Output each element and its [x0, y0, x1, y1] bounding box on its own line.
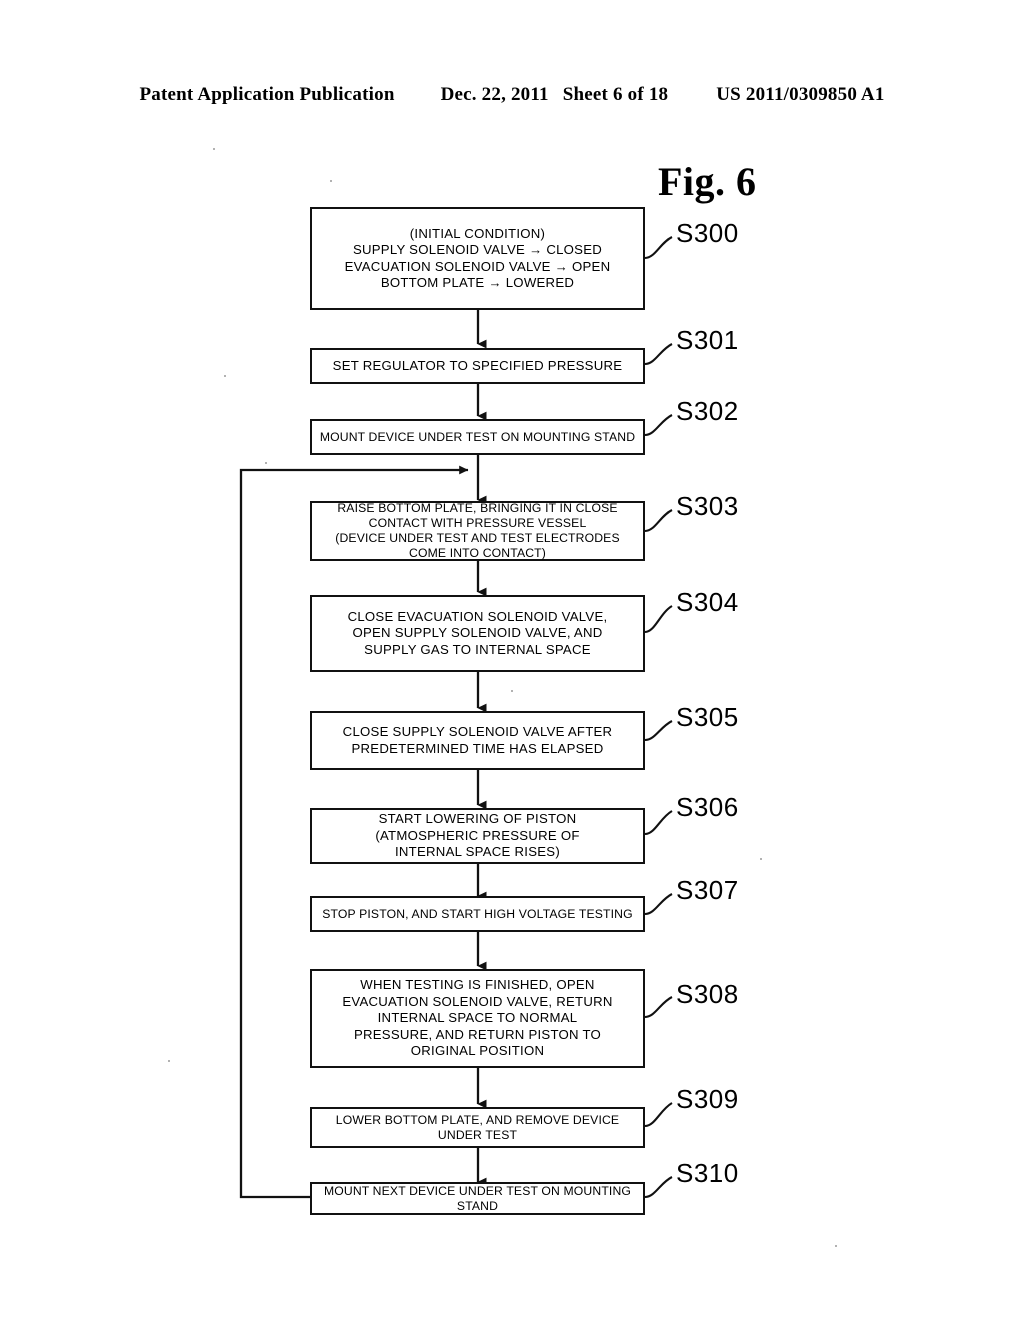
- leader-s303: [644, 509, 673, 533]
- leader-s307: [644, 893, 673, 916]
- step-label-s301: S301: [676, 325, 739, 355]
- leader-s310: [644, 1176, 673, 1199]
- scan-speckle: [168, 1060, 170, 1062]
- flow-node-s306-text: START LOWERING OF PISTON (ATMOSPHERIC PR…: [375, 811, 580, 860]
- flow-node-s306: START LOWERING OF PISTON (ATMOSPHERIC PR…: [310, 808, 645, 864]
- flow-node-s304: CLOSE EVACUATION SOLENOID VALVE, OPEN SU…: [310, 595, 645, 672]
- flow-node-s307: STOP PISTON, AND START HIGH VOLTAGE TEST…: [310, 896, 645, 932]
- leader-s305: [644, 720, 673, 742]
- flow-node-s305: CLOSE SUPPLY SOLENOID VALVE AFTER PREDET…: [310, 711, 645, 770]
- flow-node-s301-text: SET REGULATOR TO SPECIFIED PRESSURE: [332, 357, 623, 373]
- scan-speckle: [511, 690, 513, 692]
- leader-s300: [644, 236, 673, 260]
- step-label-s308: S308: [676, 979, 739, 1009]
- step-label-s300: S300: [676, 218, 739, 248]
- flow-node-s303-text: RAISE BOTTOM PLATE, BRINGING IT IN CLOSE…: [335, 501, 620, 560]
- leader-s304: [644, 605, 673, 634]
- step-label-s307: S307: [676, 875, 739, 905]
- flow-node-s301: SET REGULATOR TO SPECIFIED PRESSURE: [310, 348, 645, 384]
- flow-node-s305-text: CLOSE SUPPLY SOLENOID VALVE AFTER PREDET…: [342, 724, 613, 756]
- flow-node-s310: MOUNT NEXT DEVICE UNDER TEST ON MOUNTING…: [310, 1182, 645, 1215]
- flow-node-s300: (INITIAL CONDITION) SUPPLY SOLENOID VALV…: [310, 207, 645, 310]
- flow-node-s309-text: LOWER BOTTOM PLATE, AND REMOVE DEVICE UN…: [335, 1112, 620, 1142]
- step-label-s303: S303: [676, 491, 739, 521]
- step-label-s305: S305: [676, 702, 739, 732]
- leader-s308: [644, 996, 673, 1019]
- scan-speckle: [224, 375, 226, 377]
- flow-node-s308-text: WHEN TESTING IS FINISHED, OPEN EVACUATIO…: [342, 977, 613, 1059]
- flow-node-s307-text: STOP PISTON, AND START HIGH VOLTAGE TEST…: [322, 906, 633, 921]
- flow-node-s309: LOWER BOTTOM PLATE, AND REMOVE DEVICE UN…: [310, 1107, 645, 1148]
- scan-speckle: [760, 858, 762, 860]
- flow-node-s300-text: (INITIAL CONDITION) SUPPLY SOLENOID VALV…: [344, 225, 611, 291]
- step-label-s304: S304: [676, 587, 739, 617]
- scan-speckle: [265, 462, 267, 464]
- flow-node-s302: MOUNT DEVICE UNDER TEST ON MOUNTING STAN…: [310, 419, 645, 455]
- flow-node-s303: RAISE BOTTOM PLATE, BRINGING IT IN CLOSE…: [310, 501, 645, 561]
- step-label-s302: S302: [676, 396, 739, 426]
- scan-speckle: [835, 1245, 837, 1247]
- flow-node-s304-text: CLOSE EVACUATION SOLENOID VALVE, OPEN SU…: [347, 608, 608, 657]
- step-label-s309: S309: [676, 1084, 739, 1114]
- flow-node-s310-text: MOUNT NEXT DEVICE UNDER TEST ON MOUNTING…: [323, 1183, 632, 1213]
- leader-s302: [644, 414, 673, 437]
- flow-node-s308: WHEN TESTING IS FINISHED, OPEN EVACUATIO…: [310, 969, 645, 1068]
- step-label-s310: S310: [676, 1158, 739, 1188]
- leader-s309: [644, 1102, 673, 1128]
- leader-s301: [644, 343, 673, 366]
- step-label-s306: S306: [676, 792, 739, 822]
- scan-speckle: [213, 148, 215, 150]
- leader-s306: [644, 810, 673, 836]
- scan-speckle: [330, 180, 332, 182]
- step-label-leaders: [644, 236, 673, 1199]
- flow-node-s302-text: MOUNT DEVICE UNDER TEST ON MOUNTING STAN…: [319, 429, 636, 444]
